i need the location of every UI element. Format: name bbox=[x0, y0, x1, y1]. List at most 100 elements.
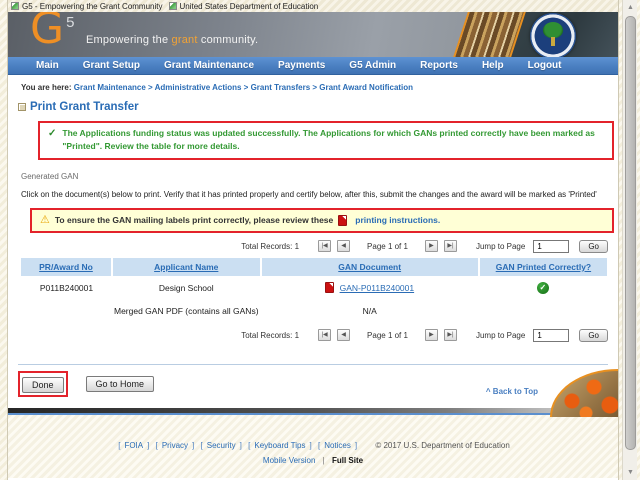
next-page-button[interactable]: ▶ bbox=[424, 240, 438, 252]
printed-success-check-icon[interactable]: ✓ bbox=[536, 281, 549, 294]
ed-favicon-icon bbox=[168, 2, 177, 10]
header-gan-document[interactable]: GAN Document bbox=[260, 257, 480, 276]
menu-reports[interactable]: Reports bbox=[408, 60, 470, 71]
bracket: ] bbox=[192, 441, 195, 450]
menu-help[interactable]: Help bbox=[470, 60, 516, 71]
footer-link-security[interactable]: Security bbox=[207, 441, 236, 450]
cell-printed-correctly bbox=[479, 300, 607, 322]
pdf-file-icon bbox=[325, 282, 335, 293]
tab-ed-label: United States Department of Education bbox=[179, 1, 319, 11]
vertical-scrollbar[interactable]: ▲ ▼ bbox=[622, 0, 637, 480]
g5-logo-g: G bbox=[30, 12, 65, 54]
copyright-text: © 2017 U.S. Department of Education bbox=[375, 441, 510, 450]
department-of-education-seal-icon bbox=[530, 13, 576, 57]
footer-link-keyboard-tips[interactable]: Keyboard Tips bbox=[254, 441, 305, 450]
cell-gan-document: N/A bbox=[362, 305, 377, 316]
banner: G 5 Empowering the grant community. bbox=[8, 12, 618, 57]
back-to-top-link[interactable]: ^ Back to Top bbox=[486, 387, 538, 396]
menu-grant-setup[interactable]: Grant Setup bbox=[71, 60, 152, 71]
browser-tab-strip: G5 - Empowering the Grant Community Unit… bbox=[8, 0, 618, 12]
success-message-text: The Applications funding status was upda… bbox=[62, 128, 595, 151]
warning-triangle-icon: ⚠ bbox=[40, 213, 50, 226]
printing-instructions-link[interactable]: printing instructions. bbox=[355, 215, 440, 225]
bottom-gradient-bar bbox=[8, 408, 618, 415]
header-applicant-name[interactable]: Applicant Name bbox=[111, 257, 262, 276]
jump-to-page-label: Jump to Page bbox=[475, 330, 526, 340]
full-site-label: Full Site bbox=[331, 456, 364, 465]
pagination-top: Total Records: 1 |◀ ◀ Page 1 of 1 ▶ ▶| J… bbox=[8, 239, 608, 253]
g5-application-window: G5 - Empowering the Grant Community Unit… bbox=[7, 0, 619, 480]
scroll-up-icon[interactable]: ▲ bbox=[625, 2, 636, 13]
cell-award-no: P011B240001 bbox=[39, 282, 94, 293]
pagination-bottom: Total Records: 1 |◀ ◀ Page 1 of 1 ▶ ▶| J… bbox=[8, 328, 608, 342]
slogan-highlight: grant bbox=[171, 34, 198, 46]
prev-page-button[interactable]: ◀ bbox=[337, 240, 351, 252]
menu-payments[interactable]: Payments bbox=[266, 60, 337, 71]
table-row: P011B240001 Design School GAN-P011B24000… bbox=[21, 276, 607, 300]
success-check-icon: ✓ bbox=[48, 128, 57, 139]
page-indicator: Page 1 of 1 bbox=[367, 330, 408, 340]
bracket: [ bbox=[317, 441, 321, 450]
footer: [FOIA] [Privacy] [Security] [Keyboard Ti… bbox=[8, 415, 618, 478]
jump-to-page-input[interactable] bbox=[533, 239, 570, 253]
bracket: ] bbox=[239, 441, 242, 450]
breadcrumb-path[interactable]: Grant Maintenance > Administrative Actio… bbox=[74, 83, 413, 92]
menu-grant-maintenance[interactable]: Grant Maintenance bbox=[152, 60, 266, 71]
tab-ed[interactable]: United States Department of Education bbox=[168, 1, 319, 11]
next-page-button[interactable]: ▶ bbox=[424, 329, 438, 341]
print-instructions-text: Click on the document(s) below to print.… bbox=[21, 189, 597, 199]
breadcrumb: You are here: Grant Maintenance > Admini… bbox=[8, 75, 618, 92]
go-button[interactable]: Go bbox=[579, 239, 608, 253]
footer-link-notices[interactable]: Notices bbox=[324, 441, 351, 450]
tab-g5[interactable]: G5 - Empowering the Grant Community bbox=[11, 2, 163, 11]
menu-logout[interactable]: Logout bbox=[516, 60, 574, 71]
g5-favicon-icon bbox=[11, 2, 19, 10]
last-page-button[interactable]: ▶| bbox=[443, 329, 457, 341]
pdf-file-icon bbox=[338, 214, 348, 226]
bracket: ] bbox=[309, 441, 312, 450]
prev-page-button[interactable]: ◀ bbox=[337, 329, 351, 341]
go-button[interactable]: Go bbox=[579, 328, 608, 342]
scroll-down-icon[interactable]: ▼ bbox=[625, 467, 636, 478]
cell-printed-correctly: ✓ bbox=[479, 276, 607, 300]
seal-tree-icon bbox=[543, 22, 563, 38]
footer-link-privacy[interactable]: Privacy bbox=[162, 441, 188, 450]
header-pr-award-no[interactable]: PR/Award No bbox=[21, 257, 113, 276]
warning-text: To ensure the GAN mailing labels print c… bbox=[54, 215, 334, 225]
total-records-label: Total Records: 1 bbox=[241, 241, 300, 251]
seal-trunk bbox=[551, 37, 555, 46]
footer-links-row: [FOIA] [Privacy] [Security] [Keyboard Ti… bbox=[8, 415, 618, 450]
footer-site-mode-row: Mobile Version | Full Site bbox=[8, 456, 618, 465]
last-page-button[interactable]: ▶| bbox=[443, 240, 457, 252]
main-menu-bar: Main Grant Setup Grant Maintenance Payme… bbox=[8, 57, 618, 75]
done-button[interactable]: Done bbox=[22, 376, 64, 393]
bracket: [ bbox=[248, 441, 251, 450]
header-gan-printed-correctly[interactable]: GAN Printed Correctly? bbox=[478, 257, 607, 276]
cell-award-no bbox=[21, 300, 112, 322]
go-to-home-button[interactable]: Go to Home bbox=[85, 375, 155, 392]
bracket: ] bbox=[354, 441, 358, 450]
slogan-prefix: Empowering the bbox=[86, 34, 172, 46]
gan-document-link[interactable]: GAN-P011B240001 bbox=[340, 283, 415, 293]
jump-to-page-input[interactable] bbox=[533, 328, 570, 342]
success-message-box: ✓ The Applications funding status was up… bbox=[38, 121, 614, 160]
cell-applicant-name: Design School bbox=[158, 282, 214, 293]
first-page-button[interactable]: |◀ bbox=[318, 240, 332, 252]
gan-table: PR/Award No Applicant Name GAN Document … bbox=[21, 257, 607, 322]
first-page-button[interactable]: |◀ bbox=[318, 329, 332, 341]
total-records-label: Total Records: 1 bbox=[241, 330, 300, 340]
tab-g5-label: G5 - Empowering the Grant Community bbox=[22, 1, 163, 11]
cell-applicant-name: Merged GAN PDF (contains all GANs) bbox=[113, 305, 259, 316]
mobile-version-link[interactable]: Mobile Version bbox=[263, 456, 315, 465]
page-title: Print Grant Transfer bbox=[18, 101, 618, 113]
generated-gan-label: Generated GAN bbox=[21, 171, 79, 181]
menu-g5-admin[interactable]: G5 Admin bbox=[337, 60, 408, 71]
footer-link-foia[interactable]: FOIA bbox=[124, 441, 143, 450]
scrollbar-thumb[interactable] bbox=[625, 16, 636, 450]
menu-main[interactable]: Main bbox=[8, 60, 71, 71]
footer-separator: | bbox=[322, 456, 325, 465]
cell-gan-document: GAN-P011B240001 bbox=[261, 276, 479, 300]
bracket: [ bbox=[200, 441, 203, 450]
done-button-highlight: Done bbox=[18, 370, 68, 397]
page-content: You are here: Grant Maintenance > Admini… bbox=[8, 75, 618, 408]
